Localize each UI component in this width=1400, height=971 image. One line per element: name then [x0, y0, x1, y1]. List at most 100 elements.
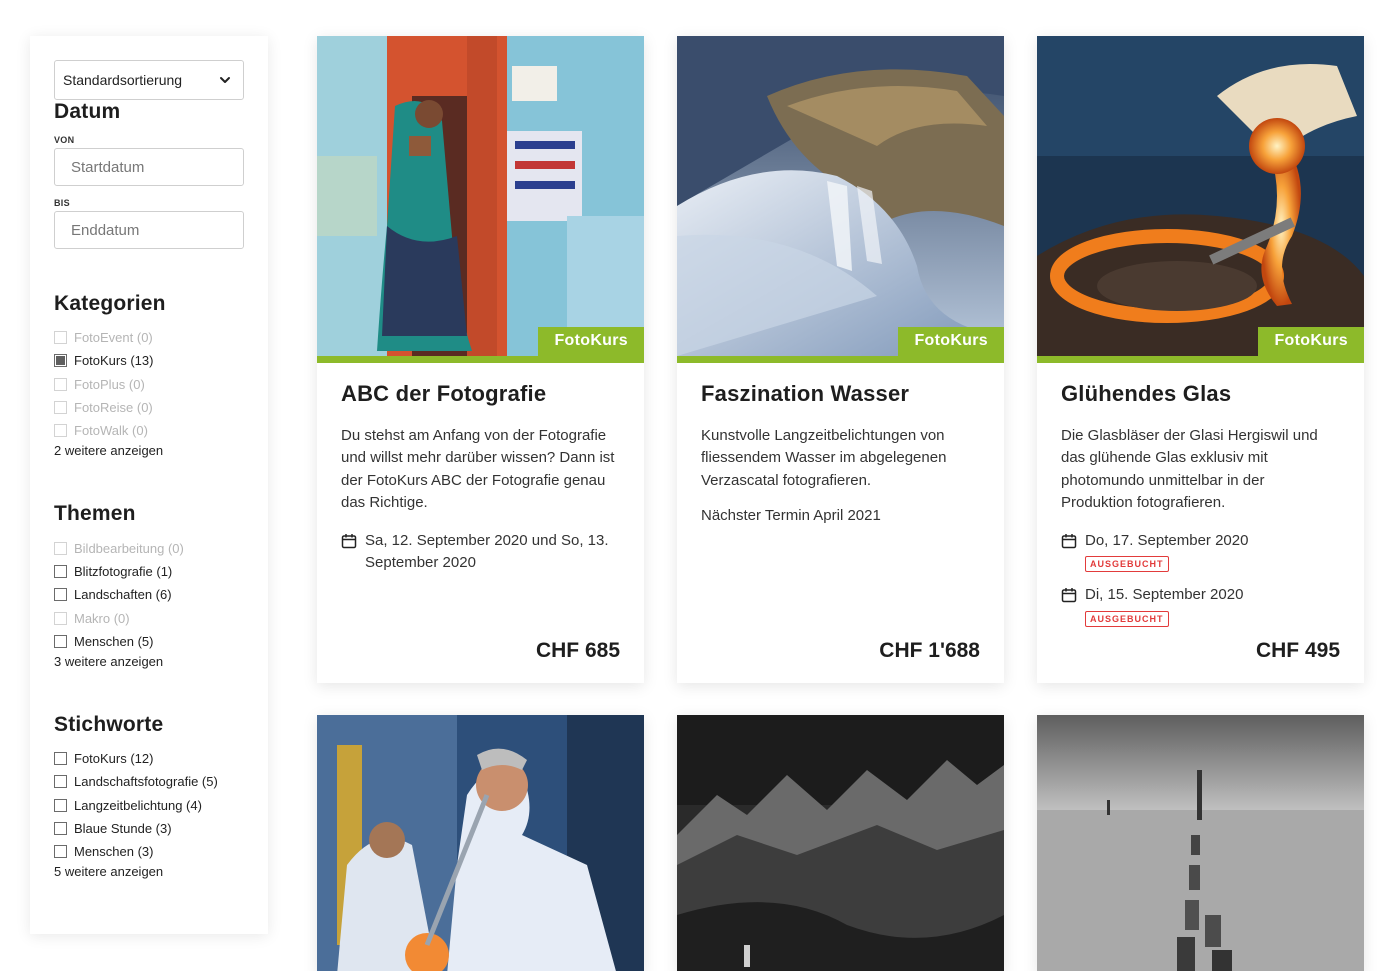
calendar-icon [341, 533, 357, 548]
checkbox[interactable] [54, 634, 67, 648]
course-date: Di, 15. September 2020 AUSGEBUCHT [1061, 584, 1340, 629]
course-image[interactable] [1037, 715, 1364, 971]
checkbox[interactable] [54, 822, 67, 835]
checkbox[interactable] [54, 611, 67, 625]
end-date-input[interactable]: Enddatum [54, 211, 244, 249]
course-image[interactable] [317, 715, 644, 971]
keyword-option[interactable]: Langzeitbelichtung (4) [54, 794, 244, 817]
keyword-option[interactable]: Menschen (3) [54, 840, 244, 863]
sort-dropdown[interactable]: Standardsortierung [54, 60, 244, 100]
keyword-list: FotoKurs (12) Landschaftsfotografie (5) … [54, 747, 244, 863]
category-badge: FotoKurs [538, 327, 644, 356]
date-filter: Datum VON Startdatum BIS Enddatum [54, 100, 244, 249]
sold-out-badge: AUSGEBUCHT [1085, 556, 1169, 573]
calendar-icon [1061, 533, 1077, 548]
topic-option[interactable]: Landschaften (6) [54, 583, 244, 606]
topic-option[interactable]: Blitzfotografie (1) [54, 560, 244, 583]
checkbox[interactable] [54, 564, 67, 578]
checkbox[interactable] [54, 845, 67, 859]
keyword-show-more-link[interactable]: 5 weitere anzeigen [54, 864, 163, 879]
checkbox[interactable] [54, 354, 67, 368]
card-body: Glühendes Glas Die Glasbläser der Glasi … [1037, 363, 1364, 683]
course-title[interactable]: ABC der Fotografie [341, 381, 620, 407]
course-title[interactable]: Glühendes Glas [1061, 381, 1340, 407]
option-label: FotoKurs (12) [74, 751, 154, 767]
checkbox[interactable] [54, 775, 67, 789]
course-card[interactable]: FotoKurs ABC der Fotografie Du stehst am… [317, 36, 644, 683]
date-text: Do, 17. September 2020 [1085, 531, 1249, 549]
category-option[interactable]: FotoEvent (0) [54, 326, 244, 349]
category-option[interactable]: FotoKurs (13) [54, 349, 244, 372]
accent-bar [317, 356, 644, 363]
course-date: Do, 17. September 2020 AUSGEBUCHT [1061, 530, 1340, 575]
course-price: CHF 685 [535, 639, 620, 662]
course-price: CHF 495 [1255, 639, 1340, 662]
option-label: FotoEvent (0) [74, 330, 153, 346]
course-image[interactable] [677, 715, 1004, 971]
topic-option[interactable]: Bildbearbeitung (0) [54, 536, 244, 559]
sold-out-badge: AUSGEBUCHT [1085, 610, 1169, 627]
date-section-title: Datum [54, 100, 121, 123]
sort-value: Standardsortierung [63, 72, 183, 88]
keyword-filter: Stichworte FotoKurs (12) Landschaftsfoto… [54, 713, 244, 881]
checkbox[interactable] [54, 424, 67, 438]
date-text: Di, 15. September 2020 [1085, 586, 1244, 604]
checkbox[interactable] [54, 798, 67, 812]
checkbox[interactable] [54, 541, 67, 555]
option-label: Blaue Stunde (3) [74, 821, 172, 836]
category-option[interactable]: FotoReise (0) [54, 396, 244, 419]
category-section-title: Kategorien [54, 292, 166, 315]
course-card[interactable] [1037, 715, 1364, 971]
category-option[interactable]: FotoPlus (0) [54, 373, 244, 396]
start-date-input[interactable]: Startdatum [54, 148, 244, 186]
option-label: FotoWalk (0) [74, 423, 148, 439]
chevron-down-icon [220, 77, 230, 83]
topic-option[interactable]: Makro (0) [54, 606, 244, 629]
keyword-option[interactable]: Blaue Stunde (3) [54, 817, 244, 840]
option-label: Menschen (3) [74, 844, 154, 860]
option-label: Makro (0) [74, 610, 130, 626]
course-card[interactable] [677, 715, 1004, 971]
accent-bar [1037, 356, 1364, 363]
checkbox[interactable] [54, 401, 67, 415]
course-card[interactable] [317, 715, 644, 971]
checkbox[interactable] [54, 588, 67, 602]
checkbox[interactable] [54, 752, 67, 766]
option-label: FotoKurs (13) [74, 353, 154, 369]
keyword-option[interactable]: FotoKurs (12) [54, 747, 244, 770]
category-show-more-link[interactable]: 2 weitere anzeigen [54, 443, 163, 458]
course-price: CHF 1'688 [879, 639, 980, 662]
course-image[interactable]: FotoKurs [317, 36, 644, 356]
option-label: Landschaften (6) [74, 587, 172, 603]
course-card[interactable]: FotoKurs Glühendes Glas Die Glasbläser d… [1037, 36, 1364, 683]
topic-list: Bildbearbeitung (0) Blitzfotografie (1) … [54, 536, 244, 652]
topic-section-title: Themen [54, 502, 136, 526]
category-badge: FotoKurs [1258, 327, 1364, 356]
course-date: Sa, 12. September 2020 und So, 13. Septe… [341, 530, 620, 575]
option-label: FotoPlus (0) [74, 376, 145, 392]
option-label: FotoReise (0) [74, 400, 153, 416]
to-label: BIS [54, 198, 70, 208]
category-option[interactable]: FotoWalk (0) [54, 419, 244, 442]
option-label: Blitzfotografie (1) [74, 563, 173, 579]
filter-sidebar: Standardsortierung Datum VON Startdatum … [30, 36, 268, 934]
calendar-icon [1061, 588, 1077, 603]
course-description: Du stehst am Anfang von der Fotografie u… [341, 427, 615, 512]
checkbox[interactable] [54, 331, 67, 345]
topic-option[interactable]: Menschen (5) [54, 630, 244, 653]
course-description: Kunstvolle Langzeitbelichtungen von flie… [701, 427, 947, 489]
course-card[interactable]: FotoKurs Faszination Wasser Kunstvolle L… [677, 36, 1004, 683]
option-label: Landschaftsfotografie (5) [74, 774, 218, 790]
from-label: VON [54, 135, 75, 145]
course-title[interactable]: Faszination Wasser [701, 381, 980, 407]
topic-show-more-link[interactable]: 3 weitere anzeigen [54, 654, 163, 669]
keyword-option[interactable]: Landschaftsfotografie (5) [54, 770, 244, 793]
category-list: FotoEvent (0) FotoKurs (13) FotoPlus (0)… [54, 326, 244, 442]
keyword-section-title: Stichworte [54, 712, 164, 736]
course-image[interactable]: FotoKurs [677, 36, 1004, 356]
course-image[interactable]: FotoKurs [1037, 36, 1364, 356]
checkbox[interactable] [54, 377, 67, 391]
option-label: Menschen (5) [74, 633, 154, 649]
accent-bar [677, 356, 1004, 363]
card-body: Faszination Wasser Kunstvolle Langzeitbe… [677, 363, 1004, 683]
